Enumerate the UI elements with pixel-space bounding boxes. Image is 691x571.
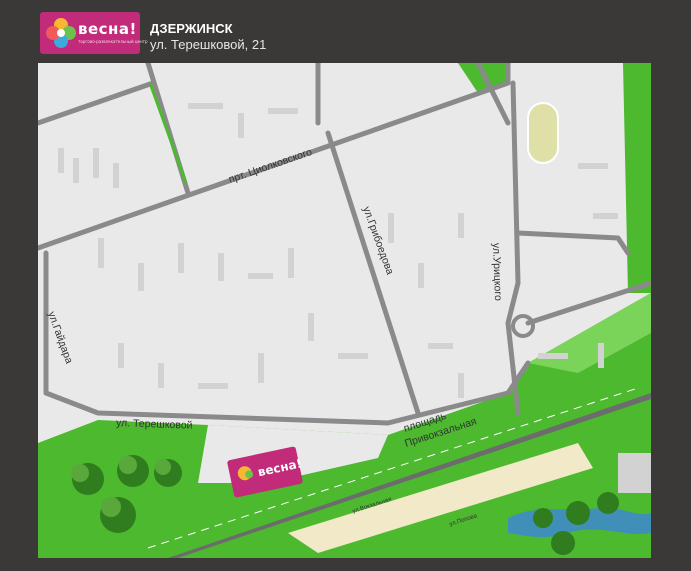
address: ул. Терешковой, 21 xyxy=(150,37,267,52)
map-canvas[interactable]: прт. Циолковского ул.Грибоедова ул.Урицк… xyxy=(35,60,654,558)
stadium xyxy=(527,102,559,164)
map[interactable]: прт. Циолковского ул.Грибоедова ул.Урицк… xyxy=(35,60,654,558)
logo-subtitle: торгово-развлекательный центр xyxy=(78,39,148,44)
flower-icon xyxy=(46,18,76,48)
street-uritskogo: ул.Урицкого xyxy=(490,243,504,302)
city-name: ДЗЕРЖИНСК xyxy=(150,21,233,36)
logo-text: весна! xyxy=(78,20,137,38)
vesna-logo[interactable]: весна! торгово-развлекательный центр xyxy=(40,12,148,54)
